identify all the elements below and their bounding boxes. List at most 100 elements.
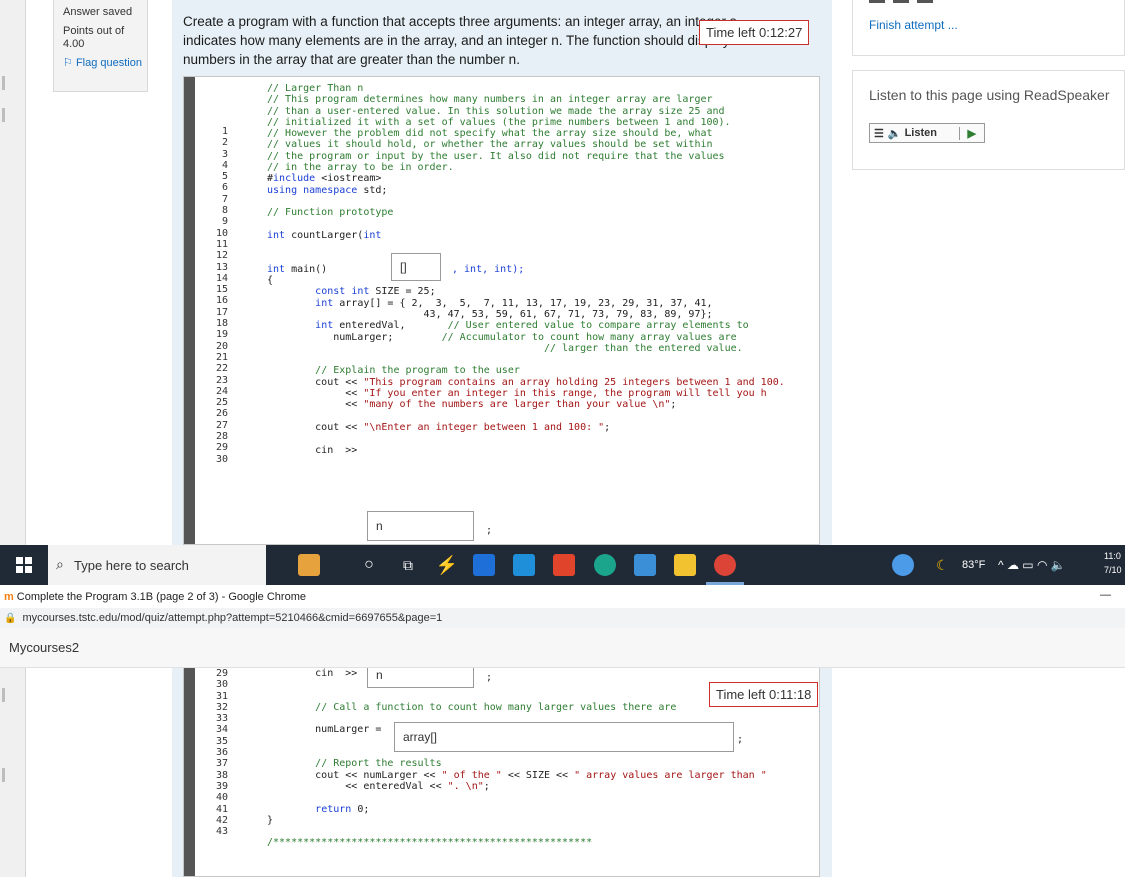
code-line: 43, 47, 53, 59, 61, 67, 71, 73, 79, 83, … (267, 308, 713, 320)
menu-icon: ☰ (874, 127, 884, 140)
clock-time: 11:0 (1104, 551, 1121, 561)
cin-blank[interactable]: n (367, 511, 474, 541)
task-view-icon[interactable]: ⧉ (393, 545, 423, 585)
play-icon[interactable]: ▶ (958, 126, 984, 140)
array-param-blank[interactable]: [] (391, 253, 441, 281)
chrome-icon[interactable] (714, 554, 736, 576)
line-number: 35 (215, 735, 228, 747)
line-number: 15 (215, 284, 228, 296)
lock-icon: 🔒 (4, 612, 17, 624)
address-bar[interactable]: 🔒 mycourses.tstc.edu/mod/quiz/attempt.ph… (0, 608, 1125, 628)
question-info-box: Answer saved Points out of 4.00 ⚐ Flag q… (53, 0, 148, 92)
code-line: cout << "\nEnter an integer between 1 an… (267, 421, 611, 433)
tray-icons[interactable]: ^ ☁ ▭ ◠ 🔈 (998, 558, 1066, 572)
line-number: 26 (215, 408, 228, 420)
time-left-badge: Time left 0:12:27 (699, 20, 810, 45)
code-line: // values it should hold, or whether the… (267, 139, 713, 151)
points-text: Points out of 4.00 (63, 25, 125, 50)
line-number: 13 (215, 261, 228, 273)
prototype-rest: , int, int); (452, 264, 525, 275)
line-number: 42 (215, 814, 228, 826)
quiz-nav-block: Finish attempt ... (852, 0, 1125, 56)
code-line: int enteredVal, // User entered value to… (315, 320, 749, 332)
code-line: using namespace std; (267, 184, 388, 196)
line-numbers: 29 30 31 32 33 34 35 36 37 38 39 40 41 42 43 (198, 668, 228, 837)
finish-attempt-link[interactable]: Finish attempt ... (869, 18, 958, 32)
code-line: cout << numLarger << " of the " << SIZE … (267, 769, 767, 781)
flag-icon: ⚐ (63, 57, 73, 69)
readspeaker-title: Listen to this page using ReadSpeaker (869, 87, 1110, 103)
file-explorer-icon[interactable] (674, 554, 696, 576)
cin-blank[interactable]: n (367, 668, 474, 688)
weather-icon: ☾ (936, 557, 949, 573)
taskbar-search-input[interactable]: ⌕ Type here to search (48, 545, 266, 585)
help-icon[interactable] (892, 554, 914, 576)
windows-start-button[interactable] (0, 545, 48, 585)
code-line: // initialized it with a set of values (… (267, 116, 731, 128)
moodle-favicon-icon: m (4, 590, 14, 603)
store-icon[interactable] (634, 554, 656, 576)
code-editor: 1 2 3 4 5 6 7 8 9 10 11 12 13 14 15 16 17 18 19 20 21 22 23 24 2… (183, 76, 820, 545)
code-line: int main() (267, 263, 328, 275)
cortana-icon[interactable]: ○ (354, 545, 384, 585)
function-call-blank[interactable]: array[] (394, 722, 734, 752)
line-number: 1 (221, 126, 228, 137)
code-line: return 0; (315, 803, 370, 815)
line-number: 34 (215, 724, 228, 736)
line-number: 36 (215, 747, 228, 759)
windows-taskbar: ⌕ Type here to search ○ ⧉ ⚡ ☾ 83°F ^ ☁ ▭… (0, 545, 1125, 585)
line-number: 37 (215, 758, 228, 770)
flag-question-link[interactable]: ⚐ Flag question (63, 57, 147, 70)
app-bolt-icon[interactable]: ⚡ (432, 545, 462, 585)
widget-icon[interactable] (298, 554, 320, 576)
url-text: mycourses.tstc.edu/mod/quiz/attempt.php?… (22, 612, 443, 624)
line-number: 12 (215, 250, 228, 262)
line-number: 3 (221, 148, 228, 160)
clock-date: 7/10 (1104, 565, 1122, 575)
line-number: 25 (215, 397, 228, 409)
windows-logo-icon (16, 557, 32, 573)
line-number: 9 (221, 216, 228, 228)
code-line: cin >> (267, 444, 358, 456)
code-line: // Function prototype (267, 207, 394, 219)
listen-label: Listen (904, 127, 937, 139)
flag-question-label: Flag question (75, 57, 142, 69)
site-name[interactable]: Mycourses2 (9, 640, 79, 655)
line-number: 32 (215, 701, 228, 713)
line-number: 40 (215, 792, 228, 804)
code-line: // than a user-entered value. In this so… (267, 105, 725, 117)
line-number: 16 (215, 295, 228, 307)
code-line: // This program determines how many numb… (267, 94, 713, 106)
code-line: // larger than the entered value. (543, 342, 743, 354)
listen-button[interactable]: ☰ 🔈 Listen ▶ (869, 123, 985, 143)
line-number: 22 (215, 363, 228, 375)
array-param-value: [] (400, 260, 407, 274)
answer-status: Answer saved (63, 6, 133, 18)
line-number: 2 (221, 137, 228, 149)
line-number: 29 (215, 668, 228, 679)
line-number: 30 (215, 453, 228, 465)
code-line: } (267, 814, 274, 826)
mail-icon[interactable] (513, 554, 535, 576)
dropbox-icon[interactable] (473, 554, 495, 576)
code-line: cout << "This program contains an array … (267, 376, 785, 388)
edge-icon[interactable] (594, 554, 616, 576)
site-header: Mycourses2 (0, 628, 1125, 668)
chrome-window: m Complete the Program 3.1B (page 2 of 3… (0, 585, 1125, 877)
code-line: // Explain the program to the user (315, 365, 520, 377)
cin-semicolon: ; (486, 525, 493, 536)
code-text: // Larger Than n// This program determin… (267, 83, 819, 456)
code-gutter (184, 668, 195, 876)
code-line: // Larger Than n (267, 83, 364, 94)
line-number: 6 (221, 182, 228, 194)
minimize-button[interactable]: — (1100, 589, 1111, 601)
line-number: 39 (215, 780, 228, 792)
office-icon[interactable] (553, 554, 575, 576)
code-line: int countLarger(int (267, 229, 382, 241)
line-number: 30 (215, 679, 228, 691)
cin-semicolon: ; (486, 672, 493, 683)
